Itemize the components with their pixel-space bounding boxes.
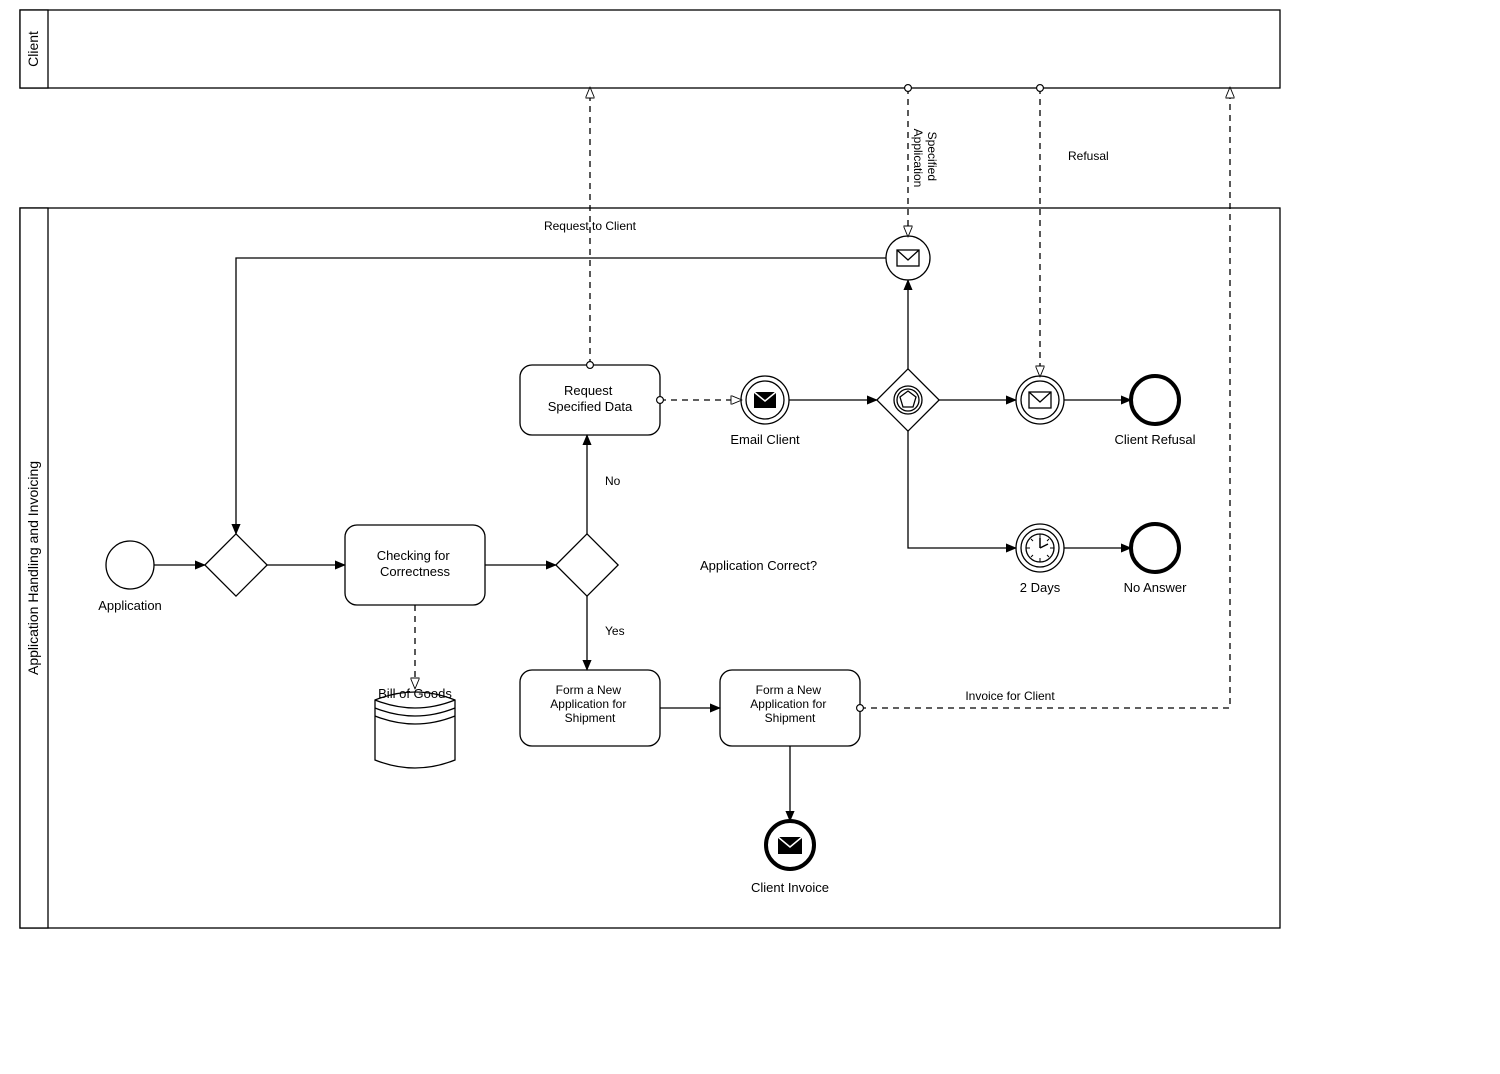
end-no-answer-label: No Answer bbox=[1124, 580, 1188, 595]
bpmn-diagram: Client Application Handling and Invoicin… bbox=[0, 0, 1500, 1074]
start-event-label: Application bbox=[98, 598, 162, 613]
gateway-question-label: Application Correct? bbox=[700, 558, 817, 573]
end-event-no-answer bbox=[1131, 524, 1179, 572]
end-client-refusal-label: Client Refusal bbox=[1115, 432, 1196, 447]
end-event-client-invoice bbox=[766, 821, 814, 869]
end-client-invoice-label: Client Invoice bbox=[751, 880, 829, 895]
datastore-bill-of-goods bbox=[375, 692, 455, 768]
msg-specified-application-label: Specified Application bbox=[911, 129, 939, 188]
task-check-label-l1: Checking for Correctness bbox=[377, 548, 454, 579]
pool-client: Client bbox=[20, 10, 1280, 88]
end-event-client-refusal bbox=[1131, 376, 1179, 424]
event-timer-label: 2 Days bbox=[1020, 580, 1061, 595]
msg-refusal-label: Refusal bbox=[1068, 149, 1109, 163]
event-message-catch-refusal bbox=[1016, 376, 1064, 424]
event-email-client bbox=[741, 376, 789, 424]
event-email-client-label: Email Client bbox=[730, 432, 800, 447]
event-message-catch-specified bbox=[886, 236, 930, 280]
datastore-label: Bill of Goods bbox=[378, 686, 452, 701]
pool-client-label: Client bbox=[25, 31, 41, 67]
event-timer-2days bbox=[1016, 524, 1064, 572]
pool-process-label: Application Handling and Invoicing bbox=[25, 461, 41, 675]
gateway-no-label: No bbox=[605, 474, 621, 488]
msg-request-to-client-label: Request to Client bbox=[544, 219, 637, 233]
gateway-yes-label: Yes bbox=[605, 624, 625, 638]
start-event bbox=[106, 541, 154, 589]
msg-invoice-label: Invoice for Client bbox=[965, 689, 1055, 703]
